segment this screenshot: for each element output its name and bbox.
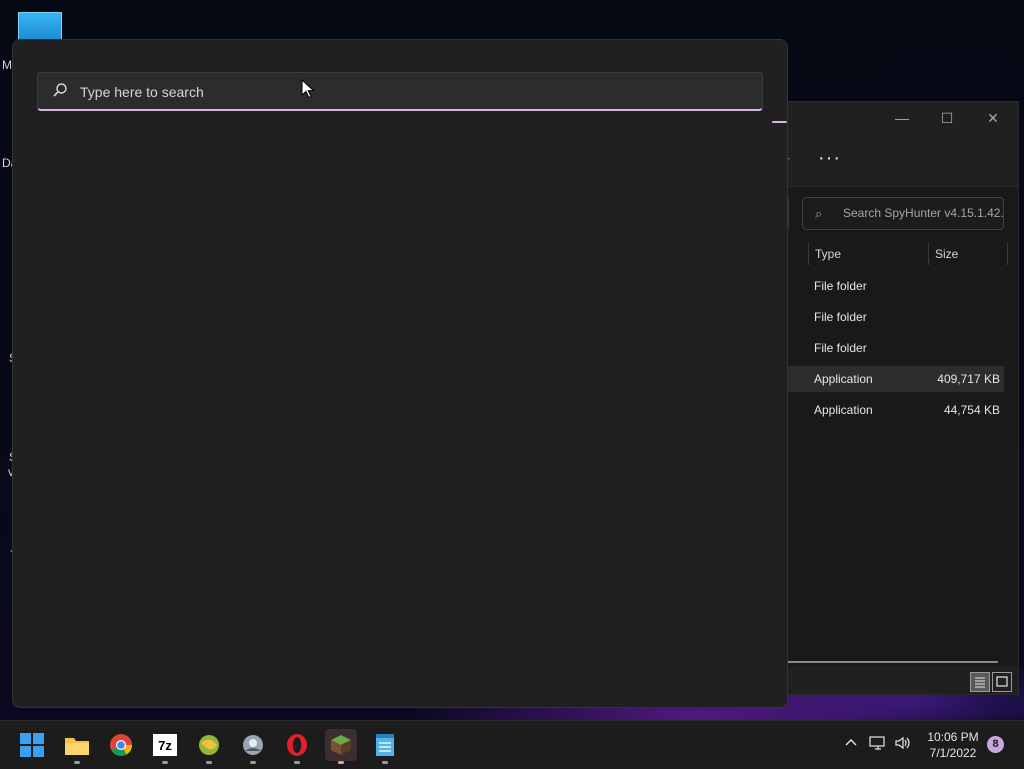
notification-badge[interactable]: 8	[987, 736, 1004, 753]
explorer-toolbar: ⌄ ···	[784, 134, 1018, 187]
details-view-icon[interactable]	[970, 672, 990, 692]
file-row[interactable]: File folder	[788, 273, 1004, 299]
globe-app-icon	[199, 735, 219, 755]
accent-indicator	[772, 121, 787, 123]
tiles-view-icon[interactable]	[992, 672, 1012, 692]
minecraft-grass-block-icon	[331, 735, 351, 755]
taskbar-file-explorer[interactable]	[61, 729, 93, 764]
desktop-label-fragment: M	[2, 58, 12, 72]
start-search-input[interactable]	[78, 79, 742, 105]
taskbar-opera[interactable]	[281, 729, 313, 764]
file-type: File folder	[814, 341, 867, 355]
clock-time[interactable]: 10:06 PM	[922, 730, 984, 744]
column-header-type[interactable]: Type	[808, 243, 927, 265]
windows-logo-icon	[20, 733, 44, 757]
explorer-search-box[interactable]: ⌕ Search SpyHunter v4.15.1.42...	[802, 197, 1004, 230]
taskbar-7zip[interactable]: 7z	[149, 729, 181, 764]
mouse-cursor-icon	[301, 79, 315, 99]
taskbar-chrome[interactable]	[105, 729, 137, 761]
volume-icon[interactable]	[893, 735, 913, 754]
opera-icon	[287, 734, 307, 756]
maximize-button[interactable]: ☐	[937, 108, 957, 128]
taskbar-notepad[interactable]	[369, 729, 401, 764]
close-button[interactable]: ✕	[983, 108, 1003, 128]
minimize-button[interactable]: —	[892, 108, 912, 128]
file-row-selected[interactable]: Application 409,717 KB	[788, 366, 1004, 392]
chevron-up-icon[interactable]	[841, 735, 861, 752]
more-options-button[interactable]: ···	[818, 148, 841, 168]
folder-icon	[65, 738, 89, 755]
taskbar-globe-app[interactable]	[193, 729, 225, 764]
circle-app-icon	[243, 735, 263, 755]
file-type: File folder	[814, 310, 867, 324]
address-bar-edge	[788, 197, 789, 229]
explorer-search-placeholder: Search SpyHunter v4.15.1.42...	[843, 206, 1003, 220]
explorer-titlebar[interactable]: — ☐ ✕	[788, 102, 1018, 134]
start-menu-panel	[12, 39, 788, 708]
clock-date[interactable]: 7/1/2022	[922, 746, 984, 760]
network-icon[interactable]	[868, 735, 888, 754]
column-header-size[interactable]: Size	[928, 243, 1008, 265]
horizontal-scrollbar[interactable]	[788, 661, 998, 663]
7zip-icon: 7z	[153, 734, 177, 756]
taskbar-circle-app[interactable]	[237, 729, 269, 764]
file-row[interactable]: Application 44,754 KB	[788, 397, 1004, 423]
start-button[interactable]	[16, 729, 48, 761]
file-row[interactable]: File folder	[788, 304, 1004, 330]
notepad-icon	[376, 734, 394, 756]
file-type: File folder	[814, 279, 867, 293]
file-row[interactable]: File folder	[788, 335, 1004, 361]
file-explorer-window: — ☐ ✕ ⌄ ··· ⌕ Search SpyHunter v4.15.1.4…	[784, 101, 1019, 695]
start-search-box[interactable]	[37, 72, 763, 111]
file-type: Application	[814, 403, 873, 417]
explorer-status-bar	[788, 666, 1018, 694]
file-size: 44,754 KB	[943, 403, 1000, 417]
file-size: 409,717 KB	[937, 372, 1000, 386]
taskbar: 7z 10:06 PM 7/1/2022	[0, 720, 1024, 769]
search-icon	[52, 82, 68, 102]
file-type: Application	[814, 372, 873, 386]
search-icon: ⌕	[815, 206, 823, 221]
taskbar-minecraft[interactable]	[325, 729, 357, 764]
chrome-icon	[110, 734, 132, 756]
